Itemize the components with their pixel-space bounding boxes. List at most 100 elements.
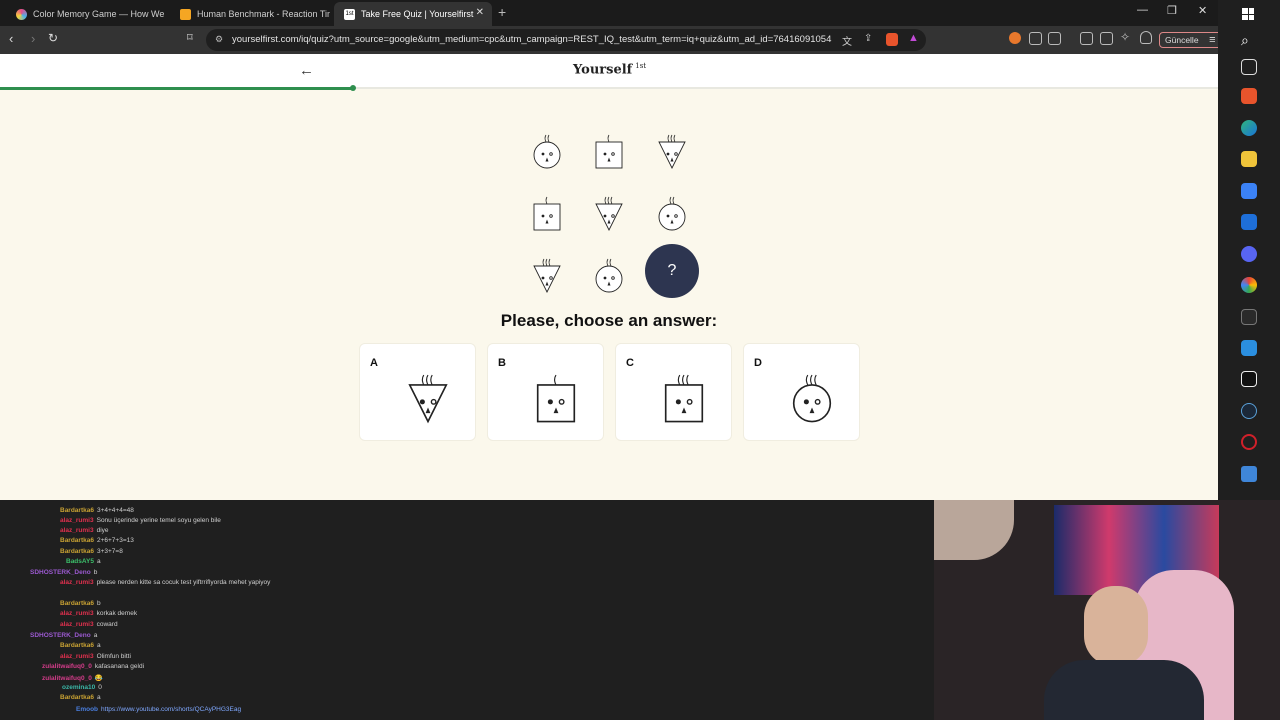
sidebar-toggle-icon[interactable] <box>1080 32 1093 45</box>
progress-fill <box>0 87 354 90</box>
yourselfirst-favicon-icon: 1st <box>344 8 355 20</box>
chat-username: zulalitwaifuq0_0 <box>42 675 92 682</box>
new-tab-icon[interactable]: + <box>498 4 506 20</box>
translate-icon[interactable]: 文 <box>842 33 852 48</box>
chat-message: alaz_rumi3 please nerden kitte sa cocuk t… <box>60 579 270 586</box>
update-menu-button[interactable]: Güncelle <box>1159 32 1222 48</box>
chat-username: Bardartka6 <box>60 600 94 607</box>
restore-icon[interactable]: ❐ <box>1167 4 1177 17</box>
chat-username: Bardartka6 <box>60 694 94 701</box>
search-icon[interactable]: ⌕ <box>1241 32 1249 49</box>
back-icon[interactable]: ‹ <box>9 31 13 46</box>
site-logo[interactable]: Yourself 1st <box>573 62 646 77</box>
tab-title: Color Memory Game — How Well Ca <box>33 9 164 19</box>
chat-text: 3+3+7=8 <box>96 548 123 555</box>
chrome-app-icon[interactable] <box>1241 277 1257 293</box>
option-d-figure <box>792 374 832 423</box>
site-header: ← Yourself 1st <box>0 54 1218 88</box>
store-app-icon[interactable] <box>1241 183 1257 199</box>
steam-app-icon[interactable] <box>1241 403 1257 419</box>
chat-message: ozemina10 0 <box>62 684 102 691</box>
chat-text: Sonu üçerinde yerine temel soyu gelen bi… <box>96 517 221 524</box>
photos-app-icon[interactable] <box>1241 340 1257 356</box>
answer-option-a[interactable]: A <box>359 343 476 441</box>
leo-ai-icon[interactable]: ✧ <box>1120 30 1130 44</box>
answer-option-b[interactable]: B <box>487 343 604 441</box>
brave-shields-icon[interactable] <box>886 33 898 46</box>
chat-message: Bardartka6 2+6+7+3=13 <box>60 537 134 544</box>
option-letter: A <box>370 357 378 369</box>
answer-option-d[interactable]: D <box>743 343 860 441</box>
windows-start-icon[interactable] <box>1242 8 1254 20</box>
site-info-icon[interactable]: ⚙ <box>215 34 223 45</box>
chat-message: Bardartka6 a <box>60 694 101 701</box>
tab-color-memory[interactable]: Color Memory Game — How Well Ca <box>6 2 164 26</box>
chat-text: 0 <box>98 684 102 691</box>
tab-human-benchmark[interactable]: Human Benchmark - Reaction Time T <box>170 2 330 26</box>
outlook-app-icon[interactable] <box>1241 214 1257 230</box>
vpn-icon[interactable] <box>1140 31 1152 44</box>
option-letter: B <box>498 357 506 369</box>
chat-username: BadsAY5 <box>66 558 94 565</box>
chat-username: SDHOSTERK_Deno <box>30 632 91 639</box>
bookmark-icon[interactable]: ⌑ <box>187 31 193 44</box>
progress-marker <box>350 85 357 91</box>
brave-app-icon[interactable] <box>1241 88 1257 104</box>
option-letter: D <box>754 357 762 369</box>
wallet-icon[interactable] <box>1100 32 1113 45</box>
chat-text: kafasanana geldi <box>94 663 145 670</box>
tab-strip: Color Memory Game — How Well Ca Human Be… <box>0 0 1280 26</box>
chat-message: zulalitwaifuq0_0 kafasanana geldi <box>42 663 144 670</box>
chat-text: please nerden kitte sa cocuk test yiftrr… <box>96 579 271 586</box>
forward-icon[interactable]: › <box>31 31 35 46</box>
close-window-icon[interactable]: ✕ <box>1198 4 1207 17</box>
brave-rewards-icon[interactable]: ▲ <box>908 32 919 44</box>
option-b-figure <box>536 374 576 423</box>
logo-superscript: 1st <box>635 62 647 70</box>
extensions-puzzle-icon[interactable] <box>1029 32 1042 45</box>
opera-app-icon[interactable] <box>1241 434 1257 450</box>
settings-app-icon[interactable] <box>1241 466 1257 482</box>
tab-title: Take Free Quiz | Yourselfirst <box>361 9 474 19</box>
chat-text: korkak demek <box>96 610 138 617</box>
matrix-cell-r1c1 <box>533 134 561 169</box>
address-bar[interactable]: ⚙ yourselfirst.com/iq/quiz?utm_source=go… <box>206 29 926 51</box>
screenshot-icon[interactable] <box>1048 32 1061 45</box>
matrix-cell-r1c2 <box>595 134 623 169</box>
edge-app-icon[interactable] <box>1241 120 1257 136</box>
discord-app-icon[interactable] <box>1241 246 1257 262</box>
matrix-cell-r2c3 <box>658 196 686 231</box>
chat-text: 😂 <box>94 675 103 682</box>
logo-text: Yourself <box>573 62 633 78</box>
minimize-icon[interactable]: — <box>1137 4 1148 16</box>
extension-icon[interactable] <box>1009 32 1021 44</box>
chat-username: Bardartka6 <box>60 537 94 544</box>
answer-option-c[interactable]: C <box>615 343 732 441</box>
chat-message: Bardartka6 3+3+7=8 <box>60 548 123 555</box>
chat-username: Bardartka6 <box>60 507 94 514</box>
chat-username: alaz_rumi3 <box>60 621 94 628</box>
tab-yourselfirst[interactable]: 1st Take Free Quiz | Yourselfirst ✕ <box>334 2 492 26</box>
option-c-figure <box>664 374 704 423</box>
close-tab-icon[interactable]: ✕ <box>476 7 484 18</box>
task-view-icon[interactable] <box>1241 59 1257 75</box>
browser-toolbar: ‹ › ↻ ⌑ ⚙ yourselfirst.com/iq/quiz?utm_s… <box>0 26 1222 54</box>
gamebar-app-icon[interactable] <box>1241 309 1257 325</box>
chat-username: Bardartka6 <box>60 642 94 649</box>
back-arrow-icon[interactable]: ← <box>299 62 314 79</box>
share-icon[interactable]: ⇪ <box>864 33 872 44</box>
chat-username: Emoob <box>76 706 99 713</box>
chat-message: zulalitwaifuq0_0 😂 <box>42 674 103 682</box>
chat-username: alaz_rumi3 <box>60 517 94 524</box>
chat-text: https://www.youtube.com/shorts/QCAyPHG3E… <box>101 706 242 713</box>
chat-message: Emoob https://www.youtube.com/shorts/QCAy… <box>76 706 241 713</box>
chat-message: Bardartka6 a <box>60 642 101 649</box>
chat-text: a <box>96 558 101 565</box>
reload-icon[interactable]: ↻ <box>48 31 58 45</box>
chat-text: b <box>93 569 98 576</box>
chat-message: SDHOSTERK_Deno b <box>30 569 97 576</box>
option-a-figure <box>408 374 448 424</box>
file-explorer-icon[interactable] <box>1241 151 1257 167</box>
chat-text: a <box>93 632 98 639</box>
epic-app-icon[interactable] <box>1241 371 1257 387</box>
